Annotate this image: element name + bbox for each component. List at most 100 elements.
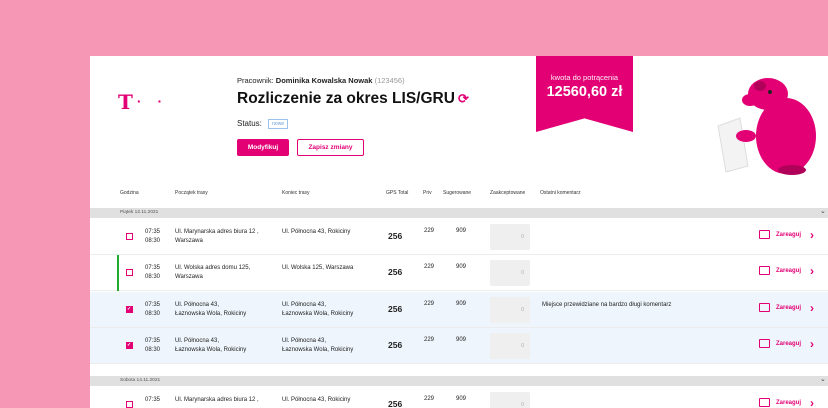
chevron-down-icon[interactable]: ⌄ <box>820 207 826 215</box>
time-start: 07:35 <box>145 265 161 271</box>
col-time: Godzina <box>120 190 139 196</box>
react-link[interactable]: Zareaguj <box>776 341 801 347</box>
gps-total: 256 <box>388 340 403 350</box>
time-end: 08:30 <box>145 238 161 244</box>
comment-icon[interactable] <box>759 339 770 348</box>
time-start: 07:35 <box>145 229 161 235</box>
priv-value: 229 <box>424 228 435 234</box>
gps-total: 256 <box>388 231 403 241</box>
group-header[interactable]: Piątek 12.11.2021 ⌄ <box>90 208 828 218</box>
group-label: Piątek 12.11.2021 <box>120 210 159 215</box>
route-start-line2: Łaznowska Wola, Rokiciny <box>175 311 247 317</box>
route-start-line1: Ul. Północna 43, <box>175 302 220 308</box>
suggested-value: 909 <box>456 301 467 307</box>
group-label: Sobota 14.11.2021 <box>120 378 161 383</box>
col-priv: Priv <box>423 190 432 196</box>
worker-info: Pracownik: Dominika Kowalska Nowak (1234… <box>237 76 405 85</box>
suggested-value: 909 <box>456 228 467 234</box>
gps-total: 256 <box>388 304 403 314</box>
priv-value: 229 <box>424 337 435 343</box>
gps-total: 256 <box>388 399 403 408</box>
table-row[interactable]: 07:35 08:30 Ul. Północna 43, Łaznowska Wola… <box>90 328 828 364</box>
time-end: 08:30 <box>145 347 161 353</box>
route-start-line1: Ul. Marynarska adres biura 12 , <box>175 397 259 403</box>
route-start-line2: Warszawa <box>175 274 203 280</box>
accepted-input[interactable]: 0 <box>490 392 530 408</box>
priv-value: 229 <box>424 301 435 307</box>
col-last-comment: Ostatni komentarz <box>540 190 581 196</box>
settlement-window: T · · Pracownik: Dominika Kowalska Nowak … <box>90 56 828 408</box>
status-label: Status: <box>237 119 262 129</box>
priv-value: 229 <box>424 396 435 402</box>
chevron-right-icon[interactable]: › <box>810 228 814 242</box>
react-link[interactable]: Zareaguj <box>776 305 801 311</box>
col-route-start: Początek trasy <box>175 190 208 196</box>
table-row[interactable]: 07:35 08:30 Ul. Północna 43, Łaznowska Wola… <box>90 292 828 328</box>
col-accepted: Zaakceptowane <box>490 190 526 196</box>
group-header[interactable]: Sobota 14.11.2021 ⌄ <box>90 376 828 386</box>
priv-value: 229 <box>424 264 435 270</box>
accepted-input[interactable]: 0 <box>490 297 530 323</box>
page-title: Rozliczenie za okres LIS/GRU ⟳ <box>237 90 469 108</box>
row-checkbox[interactable] <box>126 306 133 313</box>
chevron-down-icon[interactable]: ⌄ <box>820 375 826 383</box>
col-gps-total: GPS Total <box>386 190 409 196</box>
suggested-value: 909 <box>456 337 467 343</box>
worker-name: Dominika Kowalska Nowak <box>275 76 373 85</box>
route-end-line1: Ul. Północna 43, <box>282 302 327 308</box>
gps-total: 256 <box>388 267 403 277</box>
route-start-line2: Łaznowska Wola, Rokiciny <box>175 347 247 353</box>
route-end-line1: Ul. Północna 43, Rokiciny <box>282 397 351 403</box>
col-route-end: Koniec trasy <box>282 190 310 196</box>
chevron-right-icon[interactable]: › <box>810 337 814 351</box>
header: T · · Pracownik: Dominika Kowalska Nowak … <box>90 56 828 175</box>
table-row[interactable]: 07:35 Ul. Marynarska adres biura 12 , Ul. … <box>90 387 828 408</box>
status-badge: nowe <box>268 119 289 129</box>
row-checkbox[interactable] <box>126 233 133 240</box>
route-start-line1: Ul. Marynarska adres biura 12 , <box>175 229 259 235</box>
last-comment: Miejsce przewidziane na bardzo długi kom… <box>542 302 672 308</box>
comment-icon[interactable] <box>759 303 770 312</box>
time-start: 07:35 <box>145 397 161 403</box>
chevron-right-icon[interactable]: › <box>810 264 814 278</box>
row-checkbox[interactable] <box>126 401 133 408</box>
route-end-line2: Łaznowska Wola, Rokiciny <box>282 347 354 353</box>
amount-value: 12560,60 zł <box>546 84 623 100</box>
row-checkbox[interactable] <box>126 269 133 276</box>
worker-label: Pracownik: <box>237 76 274 85</box>
accepted-input[interactable]: 0 <box>490 333 530 359</box>
status-row: Status: nowe <box>237 119 289 129</box>
react-link[interactable]: Zareaguj <box>776 232 801 238</box>
route-end-line2: Łaznowska Wola, Rokiciny <box>282 311 354 317</box>
suggested-value: 909 <box>456 396 467 402</box>
save-changes-button[interactable]: Zapisz zmiany <box>297 139 364 156</box>
modify-button[interactable]: Modyfikuj <box>237 139 289 156</box>
table-row[interactable]: 07:35 08:30 Ul. Wolska adres domu 125, Wars… <box>90 255 828 291</box>
chevron-right-icon[interactable]: › <box>810 301 814 315</box>
react-link[interactable]: Zareaguj <box>776 400 801 406</box>
col-suggested: Sugerowane <box>443 190 472 196</box>
telekom-logo: T · · <box>118 90 169 114</box>
route-end-line1: Ul. Wolska 125, Warszawa <box>282 265 354 271</box>
accepted-input[interactable]: 0 <box>490 260 530 286</box>
worker-id: (123456) <box>374 76 405 85</box>
time-start: 07:35 <box>145 338 161 344</box>
comment-icon[interactable] <box>759 230 770 239</box>
row-checkbox[interactable] <box>126 342 133 349</box>
route-start-line1: Ul. Wolska adres domu 125, <box>175 265 251 271</box>
time-start: 07:35 <box>145 302 161 308</box>
route-end-line1: Ul. Północna 43, Rokiciny <box>282 229 351 235</box>
chevron-right-icon[interactable]: › <box>810 396 814 408</box>
route-start-line2: Warszawa <box>175 238 203 244</box>
comment-icon[interactable] <box>759 266 770 275</box>
amount-label: kwota do potrącenia <box>550 73 619 82</box>
accepted-input[interactable]: 0 <box>490 224 530 250</box>
refresh-icon[interactable]: ⟳ <box>458 91 469 106</box>
time-end: 08:30 <box>145 311 161 317</box>
time-end: 08:30 <box>145 274 161 280</box>
table-row[interactable]: 07:35 08:30 Ul. Marynarska adres biura 12 … <box>90 219 828 255</box>
table-header: Godzina Początek trasy Koniec trasy GPS … <box>90 182 828 206</box>
comment-icon[interactable] <box>759 398 770 407</box>
react-link[interactable]: Zareaguj <box>776 268 801 274</box>
route-start-line1: Ul. Północna 43, <box>175 338 220 344</box>
